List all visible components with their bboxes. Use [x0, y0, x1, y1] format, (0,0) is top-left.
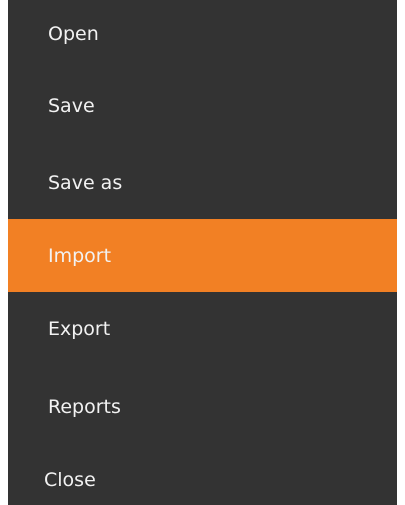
menu-item-save-as[interactable]: Save as: [8, 146, 397, 219]
menu-item-open[interactable]: Open: [8, 0, 397, 70]
menu-item-label: Reports: [48, 395, 121, 418]
menu-item-export[interactable]: Export: [8, 292, 397, 365]
menu-item-label: Save as: [48, 171, 123, 194]
menu-item-label: Open: [48, 22, 99, 45]
menu-item-label: Close: [44, 468, 96, 491]
menu-item-import[interactable]: Import: [8, 219, 397, 292]
menu-item-label: Export: [48, 317, 111, 340]
menu-item-label: Save: [48, 94, 95, 117]
menu-item-label: Import: [48, 244, 112, 267]
file-menu: Open Save Save as Import Export Reports …: [8, 0, 397, 505]
menu-item-close[interactable]: Close: [8, 443, 397, 505]
menu-item-save[interactable]: Save: [8, 69, 397, 142]
menu-item-reports[interactable]: Reports: [8, 370, 397, 443]
